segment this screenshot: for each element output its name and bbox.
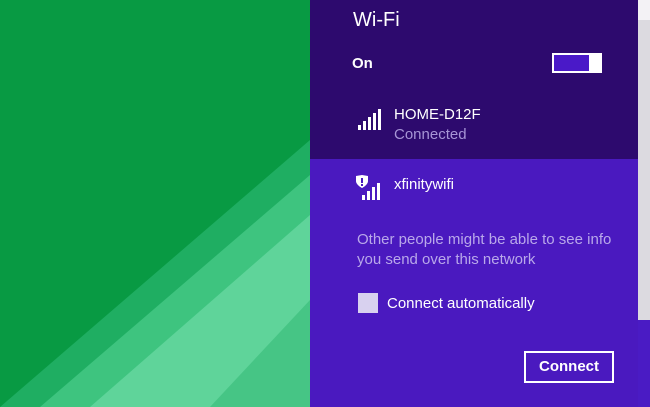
panel-scrollbar[interactable] [638,0,650,407]
network-item-xfinitywifi[interactable]: xfinitywifi Other people might be able t… [310,159,638,407]
connect-automatically-label[interactable]: Connect automatically [387,295,535,312]
connect-button[interactable]: Connect [524,351,614,383]
scrollbar-lower-area [638,320,650,407]
toggle-fill [554,55,589,71]
scrollbar-thumb[interactable] [638,20,650,320]
network-name: HOME-D12F [394,106,481,123]
wifi-toggle[interactable] [552,53,602,73]
desktop-wallpaper [0,0,310,407]
toggle-knob [590,53,602,73]
wifi-signal-icon [358,109,382,135]
network-name: xfinitywifi [394,176,455,193]
panel-title: Wi-Fi [353,9,400,31]
wifi-toggle-label: On [352,55,373,72]
connect-automatically-checkbox[interactable] [358,293,378,313]
security-warning: Other people might be able to see info y… [357,231,612,268]
wifi-signal-unsecured-icon [354,175,384,206]
network-status: Connected [394,126,467,143]
network-item-home-d12f[interactable]: HOME-D12F Connected [310,95,638,159]
